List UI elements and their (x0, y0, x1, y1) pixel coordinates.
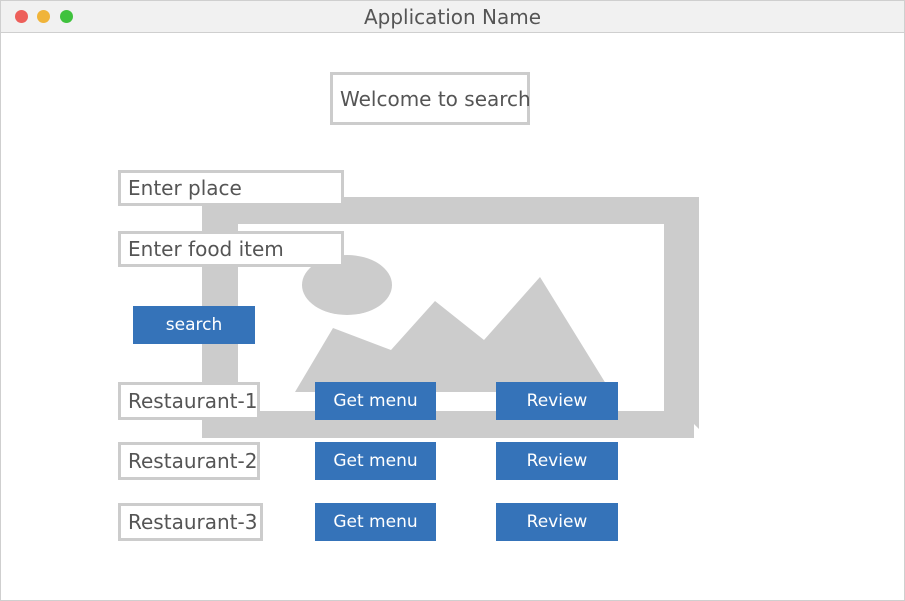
food-item-input[interactable] (118, 231, 344, 267)
review-button-2[interactable]: Review (496, 442, 618, 480)
restaurant-1-label: Restaurant-1 (118, 382, 260, 420)
search-button[interactable]: search (133, 306, 255, 344)
app-window: Application Name Welcome to search searc… (0, 0, 905, 601)
restaurant-3-label: Restaurant-3 (118, 503, 263, 541)
restaurant-2-label: Restaurant-2 (118, 442, 260, 480)
get-menu-button-1[interactable]: Get menu (315, 382, 436, 420)
get-menu-button-3[interactable]: Get menu (315, 503, 436, 541)
place-input[interactable] (118, 170, 344, 206)
welcome-heading: Welcome to search (330, 72, 531, 125)
review-button-3[interactable]: Review (496, 503, 618, 541)
title-bar: Application Name (1, 1, 904, 33)
window-title: Application Name (363, 5, 542, 29)
get-menu-button-2[interactable]: Get menu (315, 442, 436, 480)
review-button-1[interactable]: Review (496, 382, 618, 420)
